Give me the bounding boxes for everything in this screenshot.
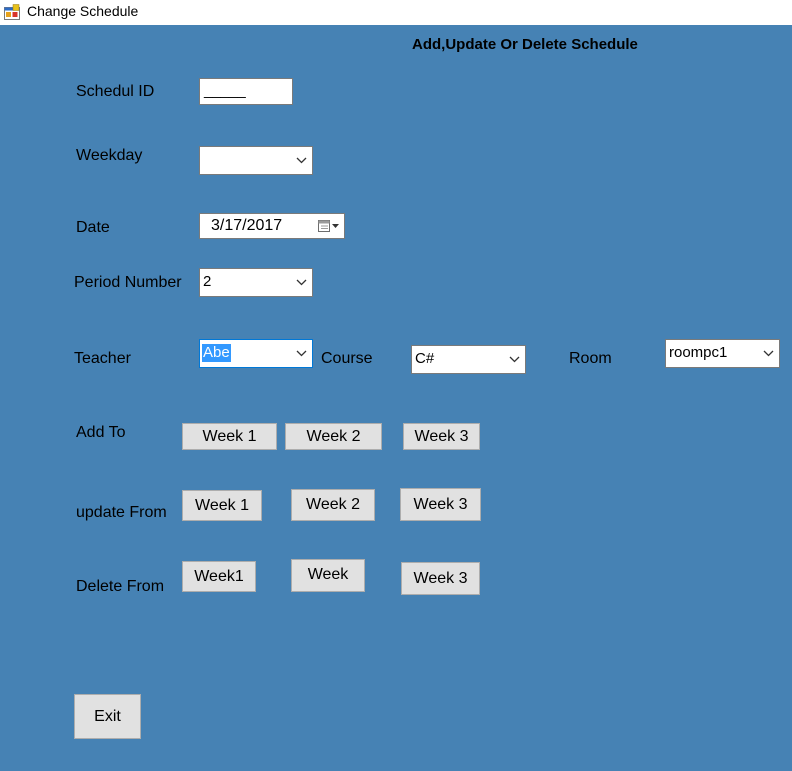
add-week-1-button[interactable]: Week 1	[182, 423, 277, 450]
update-week-2-button[interactable]: Week 2	[291, 489, 375, 521]
course-value: C#	[415, 350, 435, 367]
delete-week-3-button[interactable]: Week 3	[401, 562, 480, 595]
delete-from-label: Delete From	[76, 578, 165, 595]
chevron-down-icon[interactable]	[295, 153, 308, 168]
chevron-down-icon[interactable]	[295, 275, 308, 290]
page-heading: Add,Update Or Delete Schedule	[412, 36, 638, 53]
delete-week-1-button[interactable]: Week1	[182, 561, 256, 592]
update-week-3-button[interactable]: Week 3	[400, 488, 481, 521]
room-combobox[interactable]: roompc1	[665, 339, 780, 368]
weekday-label: Weekday	[76, 147, 143, 164]
window-title: Change Schedule	[27, 3, 139, 19]
form-body: Add,Update Or Delete Schedule Schedul ID…	[0, 25, 792, 771]
schedule-id-label: Schedul ID	[76, 83, 155, 100]
exit-button[interactable]: Exit	[74, 694, 141, 739]
teacher-label: Teacher	[74, 350, 131, 367]
room-label: Room	[569, 350, 612, 367]
room-value: roompc1	[669, 344, 728, 361]
teacher-combobox[interactable]: Abe	[199, 339, 313, 368]
date-value: 3/17/2017	[211, 217, 283, 234]
date-picker[interactable]: 3/17/2017	[199, 213, 345, 239]
windows-form-icon	[4, 4, 20, 20]
period-number-label: Period Number	[74, 274, 182, 291]
date-label: Date	[76, 219, 110, 236]
title-bar[interactable]: Change Schedule	[0, 0, 792, 25]
delete-week-2-button[interactable]: Week	[291, 559, 365, 592]
update-from-label: update From	[76, 504, 167, 521]
add-week-2-button[interactable]: Week 2	[285, 423, 382, 450]
teacher-value: Abe	[202, 344, 231, 362]
change-schedule-window: Change Schedule Add,Update Or Delete Sch…	[0, 0, 792, 771]
course-label: Course	[321, 350, 373, 367]
chevron-down-icon[interactable]	[762, 346, 775, 361]
weekday-combobox[interactable]	[199, 146, 313, 175]
update-week-1-button[interactable]: Week 1	[182, 490, 262, 521]
course-combobox[interactable]: C#	[411, 345, 526, 374]
chevron-down-icon[interactable]	[508, 352, 521, 367]
add-to-label: Add To	[76, 424, 126, 441]
add-week-3-button[interactable]: Week 3	[403, 423, 480, 450]
period-number-combobox[interactable]: 2	[199, 268, 313, 297]
chevron-down-icon[interactable]	[295, 346, 308, 361]
period-number-value: 2	[203, 273, 212, 290]
schedule-id-input[interactable]: _____	[199, 78, 293, 105]
calendar-dropdown-icon[interactable]	[318, 219, 340, 233]
